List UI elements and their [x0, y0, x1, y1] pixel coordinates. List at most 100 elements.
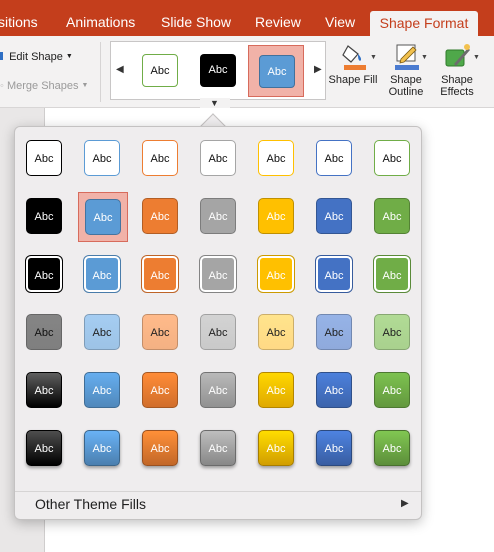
style-swatch-label: Abc	[142, 140, 178, 176]
shape-style-gradient-raised-1[interactable]: Abc	[78, 424, 128, 474]
style-swatch-label: Abc	[200, 256, 236, 292]
shape-style-gradient-1[interactable]: Abc	[78, 366, 128, 416]
style-swatch-label: Abc	[200, 314, 236, 350]
style-swatch-label: Abc	[142, 430, 178, 466]
shape-style-gradient-raised-3[interactable]: Abc	[194, 424, 244, 474]
style-swatch-label: Abc	[316, 140, 352, 176]
shape-style-gradient-raised-6[interactable]: Abc	[368, 424, 418, 474]
tab-shape-format[interactable]: Shape Format	[370, 11, 478, 36]
shape-style-solid-bordered-3[interactable]: Abc	[194, 250, 244, 300]
shape-style-solid-bordered-6[interactable]: Abc	[368, 250, 418, 300]
style-swatch-label: Abc	[316, 314, 352, 350]
shape-style-gradient-raised-5[interactable]: Abc	[310, 424, 360, 474]
shape-style-solid-4[interactable]: Abc	[252, 192, 302, 242]
gallery-right-arrow-icon[interactable]: ▶	[314, 64, 322, 75]
style-swatch-label: Abc	[200, 430, 236, 466]
shape-effects-button[interactable]: Shape Effects	[431, 42, 483, 98]
shape-style-light-3[interactable]: Abc	[194, 308, 244, 358]
style-swatch-label: Abc	[26, 256, 62, 292]
shape-styles-gallery: ◀ Abc Abc Abc ▶	[110, 41, 326, 100]
style-swatch-label: Abc	[200, 372, 236, 408]
style-swatch-label: Abc	[200, 140, 236, 176]
style-swatch-label: Abc	[84, 140, 120, 176]
ribbon-divider	[100, 42, 101, 102]
shape-style-outline-4[interactable]: Abc	[252, 134, 302, 184]
style-swatch-label: Abc	[258, 198, 294, 234]
style-swatch-label: Abc	[26, 314, 62, 350]
gallery-style-outline-green[interactable]: Abc	[132, 45, 188, 97]
shape-style-light-4[interactable]: Abc	[252, 308, 302, 358]
shape-style-gradient-3[interactable]: Abc	[194, 366, 244, 416]
shape-style-gradient-6[interactable]: Abc	[368, 366, 418, 416]
shape-style-solid-1[interactable]: Abc	[78, 192, 128, 242]
gallery-style-solid-blue[interactable]: Abc	[248, 45, 304, 97]
style-swatch-label: Abc	[142, 256, 178, 292]
shape-style-outline-0[interactable]: Abc	[20, 134, 70, 184]
style-swatch-label: Abc	[84, 314, 120, 350]
chevron-down-icon: ▼	[81, 82, 89, 89]
shape-style-solid-bordered-1[interactable]: Abc	[78, 250, 128, 300]
shape-style-gradient-5[interactable]: Abc	[310, 366, 360, 416]
style-swatch-label: Abc	[26, 198, 62, 234]
paint-bucket-icon	[338, 42, 368, 72]
shape-style-outline-5[interactable]: Abc	[310, 134, 360, 184]
tab-review[interactable]: Review	[255, 14, 301, 30]
style-swatch-label: Abc	[374, 314, 410, 350]
ribbon-tab-bar: sitions Animations Slide Show Review Vie…	[0, 0, 494, 36]
shape-style-solid-bordered-2[interactable]: Abc	[136, 250, 186, 300]
shape-style-solid-bordered-4[interactable]: Abc	[252, 250, 302, 300]
style-swatch-label: Abc	[142, 372, 178, 408]
shape-style-gradient-raised-0[interactable]: Abc	[20, 424, 70, 474]
style-swatch-label: Abc	[316, 198, 352, 234]
shape-outline-dropdown-icon[interactable]: ▼	[421, 54, 428, 61]
shape-style-light-2[interactable]: Abc	[136, 308, 186, 358]
shape-style-solid-2[interactable]: Abc	[136, 192, 186, 242]
gallery-left-arrow-icon[interactable]: ◀	[116, 64, 124, 75]
style-swatch-label: Abc	[374, 256, 410, 292]
style-swatch-label: Abc	[374, 140, 410, 176]
shape-outline-label: Shape Outline	[388, 74, 424, 98]
shape-style-gradient-raised-2[interactable]: Abc	[136, 424, 186, 474]
style-swatch-label: Abc	[316, 372, 352, 408]
other-theme-fills-item[interactable]: Other Theme Fills ▶	[15, 493, 421, 519]
shape-outline-button[interactable]: Shape Outline	[380, 42, 432, 98]
tab-slide-show[interactable]: Slide Show	[161, 14, 231, 30]
shape-fill-button[interactable]: Shape Fill	[327, 42, 379, 86]
style-swatch-label: Abc	[84, 256, 120, 292]
shape-style-solid-3[interactable]: Abc	[194, 192, 244, 242]
merge-shapes-button[interactable]: ◦ Merge Shapes ▼	[0, 80, 88, 92]
shape-style-outline-3[interactable]: Abc	[194, 134, 244, 184]
tab-transitions[interactable]: sitions	[0, 14, 38, 30]
shape-style-gradient-raised-4[interactable]: Abc	[252, 424, 302, 474]
tab-animations[interactable]: Animations	[66, 14, 135, 30]
shape-style-gradient-4[interactable]: Abc	[252, 366, 302, 416]
shape-effects-dropdown-icon[interactable]: ▼	[473, 54, 480, 61]
shape-style-light-5[interactable]: Abc	[310, 308, 360, 358]
tab-view[interactable]: View	[325, 14, 355, 30]
shape-style-solid-6[interactable]: Abc	[368, 192, 418, 242]
shape-style-gradient-0[interactable]: Abc	[20, 366, 70, 416]
shape-style-light-0[interactable]: Abc	[20, 308, 70, 358]
edit-shape-label: Edit Shape	[9, 51, 63, 63]
shape-effects-icon	[442, 42, 472, 72]
shape-style-light-1[interactable]: Abc	[78, 308, 128, 358]
shape-style-solid-bordered-0[interactable]: Abc	[20, 250, 70, 300]
style-swatch-label: Abc	[85, 199, 121, 235]
style-swatch-label: Abc	[374, 198, 410, 234]
shape-style-solid-5[interactable]: Abc	[310, 192, 360, 242]
shape-style-light-6[interactable]: Abc	[368, 308, 418, 358]
shape-style-gradient-2[interactable]: Abc	[136, 366, 186, 416]
shape-style-outline-1[interactable]: Abc	[78, 134, 128, 184]
chevron-down-icon: ▼	[65, 53, 73, 60]
style-swatch-label: Abc	[142, 198, 178, 234]
gallery-style-solid-black[interactable]: Abc	[190, 45, 246, 97]
shape-style-outline-2[interactable]: Abc	[136, 134, 186, 184]
style-swatch-label: Abc	[258, 372, 294, 408]
shape-style-outline-6[interactable]: Abc	[368, 134, 418, 184]
shape-fill-label: Shape Fill	[328, 74, 378, 86]
shape-style-solid-bordered-5[interactable]: Abc	[310, 250, 360, 300]
submenu-arrow-icon: ▶	[401, 498, 409, 509]
edit-shape-button[interactable]: Edit Shape ▼	[0, 50, 73, 63]
shape-fill-dropdown-icon[interactable]: ▼	[370, 54, 377, 61]
shape-style-solid-0[interactable]: Abc	[20, 192, 70, 242]
